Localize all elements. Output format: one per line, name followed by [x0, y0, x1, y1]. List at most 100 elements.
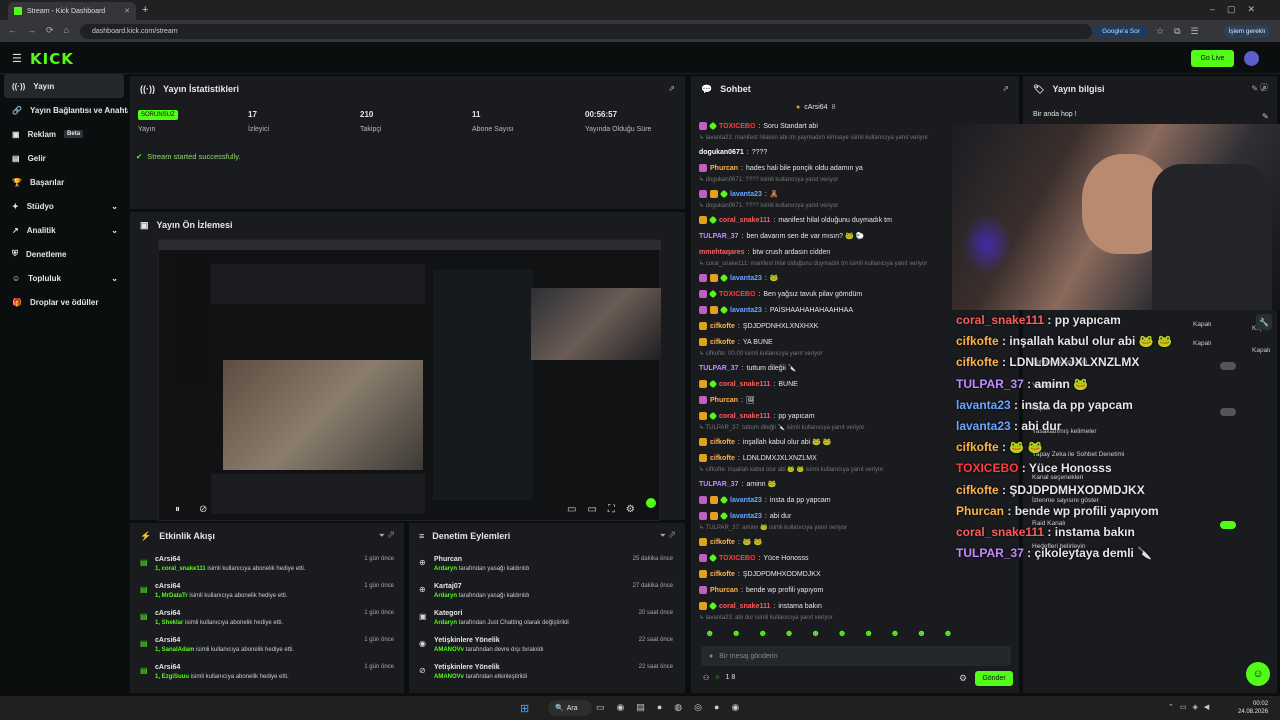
filter-popout-icons[interactable]: ⏷ ⇗: [379, 531, 394, 541]
chat-message[interactable]: cifkofte: 🐸 🐸: [699, 534, 957, 550]
chat-message[interactable]: cifkofte: ŞDJDPDMHXODMDJKX: [699, 566, 957, 582]
chat-message[interactable]: coral_snake111: instama bakın: [699, 598, 957, 614]
chat-message[interactable]: TULPAR_37: aminn 🐸: [699, 476, 957, 492]
info-icon[interactable]: ⓘ: [1260, 82, 1268, 93]
tray-icons[interactable]: ⌃▭◈◀: [1168, 703, 1215, 711]
google-ask-button[interactable]: Google'a Sor: [1094, 25, 1148, 38]
preview-controls[interactable]: ▭▭⛶⚙: [567, 504, 646, 515]
windows-start-icon[interactable]: ⊞: [520, 702, 529, 715]
emoji-icon[interactable]: ●: [709, 653, 713, 660]
go-live-button[interactable]: Go Live: [1191, 50, 1234, 67]
chat-message[interactable]: Phurcan: 🖼: [699, 392, 957, 408]
nav-buttons[interactable]: ←→⟳⌂: [8, 25, 79, 36]
sidebar-item-studio[interactable]: ✦ Stüdyo ⌄: [0, 194, 128, 218]
overlay-text: abi dur: [1021, 419, 1062, 433]
chat-username[interactable]: TOXICEBO: [719, 555, 755, 562]
sidebar-item-yayin[interactable]: ((·)) Yayın: [4, 74, 124, 98]
chat-username[interactable]: cifkofte: [710, 455, 735, 462]
chat-username[interactable]: TULPAR_37: [699, 481, 739, 488]
chat-username[interactable]: cifkofte: [710, 439, 735, 446]
chat-message[interactable]: Phurcan: hades hali bile ponçik oldu adam…: [699, 160, 957, 176]
sidebar-item-achievements[interactable]: 🏆 Başarılar: [0, 170, 128, 194]
chat-username[interactable]: dogukan0671: [699, 149, 744, 156]
chat-message[interactable]: dogukan0671:????: [699, 144, 957, 160]
chat-username[interactable]: lavanta23: [730, 307, 762, 314]
toggle-switch[interactable]: [1220, 362, 1236, 370]
filter-popout-icons[interactable]: ⏷ ⇗: [660, 531, 675, 541]
chat-username[interactable]: coral_snake111: [719, 381, 770, 388]
emote-bar[interactable]: ☻☻☻☻☻☻☻☻☻☻: [705, 628, 1005, 642]
taskbar-search[interactable]: 🔍 Ara: [548, 700, 592, 716]
sidebar-item-drops[interactable]: 🎁 Droplar ve ödüller: [0, 290, 128, 314]
chat-message[interactable]: lavanta23: PAİSHAAHAHAHAAHHAA: [699, 302, 957, 318]
chat-message[interactable]: coral_snake111: pp yapıcam: [699, 408, 957, 424]
sidebar-item-moderation[interactable]: ⛨ Denetleme: [0, 242, 128, 266]
chat-username[interactable]: lavanta23: [730, 275, 762, 282]
chat-username[interactable]: lavanta23: [730, 497, 762, 504]
chat-message[interactable]: TOXICEBO: Ben yağsız tavuk pilav gömdüm: [699, 286, 957, 302]
chat-message[interactable]: cifkofte: ŞDJDPDNHXLXNXHXK: [699, 318, 957, 334]
taskbar-apps[interactable]: ▭◉▤●◍◎●◉: [596, 702, 751, 713]
chat-username[interactable]: Phurcan: [710, 587, 738, 594]
toggle-switch-on[interactable]: [1220, 521, 1236, 529]
chat-message[interactable]: coral_snake111: BUNE: [699, 376, 957, 392]
profile-pause-button[interactable]: İşlem gereklı: [1224, 25, 1270, 38]
mute-icon[interactable]: ⊘: [199, 504, 207, 515]
chat-message[interactable]: cifkofte: inşallah kabul olur abi 🐸 🐸: [699, 434, 957, 450]
chat-message[interactable]: TOXICEBO: Yüce Honosss: [699, 550, 957, 566]
url-field[interactable]: dashboard.kick.com/stream: [80, 24, 1092, 39]
menu-icon[interactable]: ☰: [12, 52, 22, 65]
preview-video[interactable]: ⏸ ⊘ ▭▭⛶⚙: [158, 239, 661, 521]
chat-message[interactable]: cifkofte: LDNLDMXJXLXNZLMX: [699, 450, 957, 466]
chat-username[interactable]: TULPAR_37: [699, 365, 739, 372]
sidebar-item-analytics[interactable]: ↗ Analitik ⌄: [0, 218, 128, 242]
chat-username[interactable]: lavanta23: [730, 191, 762, 198]
chat-message[interactable]: mmehtaqares: btw crush ardasın cidden: [699, 244, 957, 260]
window-controls[interactable]: –▢✕: [1210, 4, 1267, 15]
chat-message[interactable]: coral_snake111: manifest hilal olduğunu d…: [699, 212, 957, 228]
chat-message[interactable]: TOXICEBO: Soru Standart abi: [699, 118, 957, 134]
chat-username[interactable]: lavanta23: [730, 513, 762, 520]
browser-toolbar-icons[interactable]: ☆⧉☰: [1156, 26, 1209, 37]
chat-username[interactable]: cifkofte: [710, 571, 735, 578]
chat-message[interactable]: lavanta23: abi dur: [699, 508, 957, 524]
chat-message[interactable]: cifkofte: YA BUNE: [699, 334, 957, 350]
chat-username[interactable]: TOXICEBO: [719, 291, 755, 298]
chat-message[interactable]: lavanta23: 🧸: [699, 186, 957, 202]
chat-username[interactable]: cifkofte: [710, 339, 735, 346]
sidebar-item-ads[interactable]: ▣ Reklam Beta: [0, 122, 128, 146]
sidebar-item-stream-key[interactable]: 🔗 Yayın Bağlantısı ve Anahtar: [0, 98, 128, 122]
chat-settings-icon[interactable]: ⚙: [959, 673, 967, 684]
chat-username[interactable]: Phurcan: [710, 165, 738, 172]
chat-message[interactable]: TULPAR_37: ben davarım sen de var mısın? …: [699, 228, 957, 244]
edit-icon[interactable]: ✎: [1262, 112, 1269, 121]
kick-logo[interactable]: KICK: [30, 50, 74, 68]
new-tab-icon[interactable]: +: [142, 4, 148, 16]
chat-username[interactable]: coral_snake111: [719, 217, 770, 224]
chat-username[interactable]: TOXICEBO: [719, 123, 755, 130]
chat-username[interactable]: cifkofte: [710, 539, 735, 546]
support-chat-button[interactable]: ☺: [1246, 662, 1270, 686]
wrench-icon[interactable]: 🔧: [1256, 314, 1272, 330]
chat-username[interactable]: TULPAR_37: [699, 233, 739, 240]
chat-username[interactable]: cifkofte: [710, 323, 735, 330]
sidebar-item-community[interactable]: ☺ Topluluk ⌄: [0, 266, 128, 290]
chat-message[interactable]: Phurcan: bende wp profili yapıyom: [699, 582, 957, 598]
pause-icon[interactable]: ⏸: [175, 504, 180, 515]
chat-username[interactable]: coral_snake111: [719, 413, 770, 420]
chat-username[interactable]: mmehtaqares: [699, 249, 745, 256]
avatar[interactable]: [1244, 51, 1259, 66]
chat-message[interactable]: TULPAR_37: tuttum dileğii 🔪: [699, 360, 957, 376]
chat-message[interactable]: lavanta23: insta da pp yapcam: [699, 492, 957, 508]
toggle-switch[interactable]: [1220, 408, 1236, 416]
chat-message[interactable]: lavanta23: 🐸: [699, 270, 957, 286]
sidebar-item-income[interactable]: ▤ Gelir: [0, 146, 128, 170]
chat-input[interactable]: ● Bir mesaj gönderin: [701, 646, 1011, 666]
send-button[interactable]: Gönder: [975, 671, 1013, 686]
browser-tab[interactable]: Stream - Kick Dashboard ✕: [8, 2, 136, 20]
chat-username[interactable]: coral_snake111: [719, 603, 770, 610]
close-tab-icon[interactable]: ✕: [124, 7, 130, 15]
popout-icon[interactable]: ⇗: [668, 84, 675, 93]
popout-icon[interactable]: ⇗: [1002, 84, 1009, 93]
chat-username[interactable]: Phurcan: [710, 397, 738, 404]
